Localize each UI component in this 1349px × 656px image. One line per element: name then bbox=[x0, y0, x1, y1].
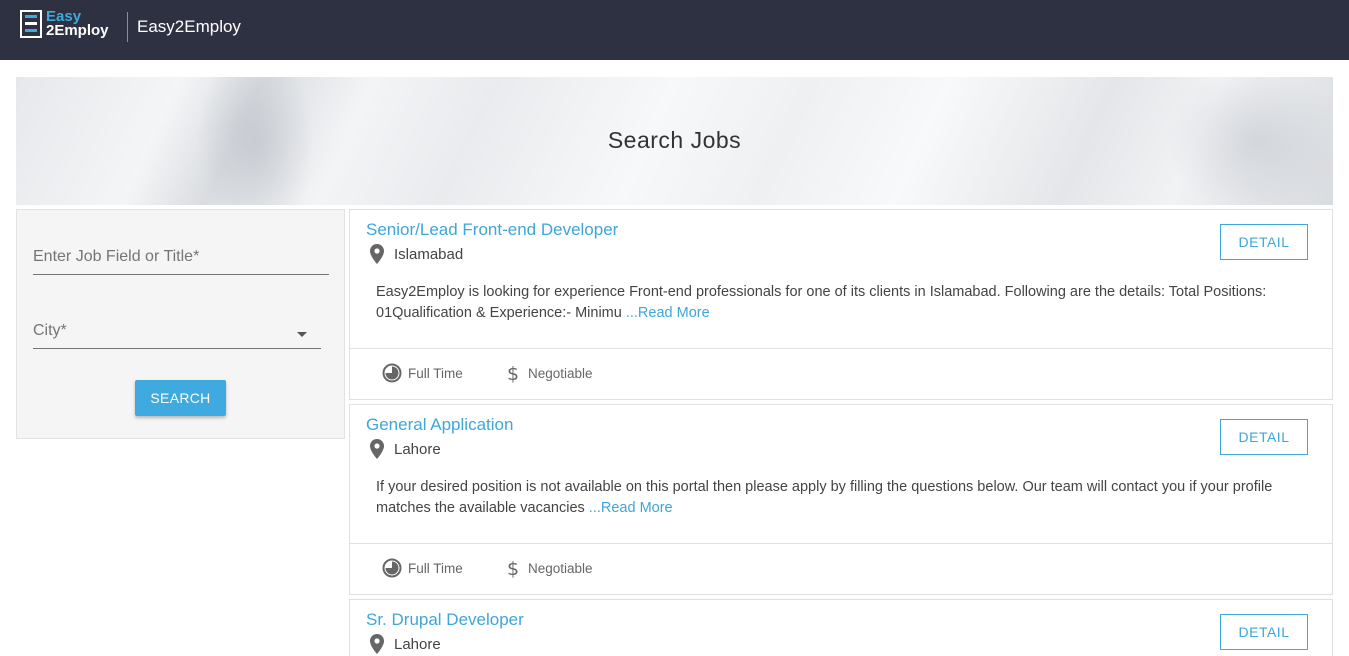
page-title: Search Jobs bbox=[607, 127, 742, 153]
job-location-text: Lahore bbox=[394, 440, 441, 458]
city-label: City* bbox=[33, 322, 67, 339]
job-title-link[interactable]: Senior/Lead Front-end Developer bbox=[366, 220, 618, 240]
clock-icon bbox=[382, 363, 402, 383]
job-salary-text: Negotiable bbox=[528, 365, 593, 381]
brand-logo[interactable]: Easy 2Employ bbox=[20, 9, 109, 39]
read-more-link[interactable]: ...Read More bbox=[626, 305, 710, 321]
job-card: Senior/Lead Front-end Developer Islamaba… bbox=[349, 209, 1333, 400]
e2e-logo-icon bbox=[20, 10, 42, 38]
city-select[interactable]: City* bbox=[33, 320, 321, 349]
detail-button[interactable]: DETAIL bbox=[1220, 614, 1308, 650]
job-title-link[interactable]: General Application bbox=[366, 415, 513, 435]
job-meta-footer: Full Time $ Negotiable bbox=[350, 543, 1332, 595]
job-description: Easy2Employ is looking for experience Fr… bbox=[376, 282, 1322, 324]
job-location-text: Islamabad bbox=[394, 245, 464, 263]
job-location: Islamabad bbox=[370, 244, 463, 264]
map-pin-icon bbox=[370, 439, 384, 459]
job-location-text: Lahore bbox=[394, 635, 441, 653]
job-salary: $ Negotiable bbox=[504, 363, 593, 383]
job-description-text: If your desired position is not availabl… bbox=[376, 479, 1273, 516]
dollar-icon: $ bbox=[507, 363, 519, 383]
job-field-input[interactable]: Enter Job Field or Title* bbox=[33, 246, 329, 275]
job-type: Full Time bbox=[382, 363, 463, 383]
job-description-text: Easy2Employ is looking for experience Fr… bbox=[376, 284, 1267, 321]
dollar-icon: $ bbox=[507, 558, 519, 578]
job-location: Lahore bbox=[370, 634, 441, 654]
search-button[interactable]: SEARCH bbox=[135, 380, 226, 416]
job-card: General Application Lahore DETAIL If you… bbox=[349, 404, 1333, 595]
job-salary: $ Negotiable bbox=[504, 558, 593, 578]
logo-text-bottom: 2Employ bbox=[46, 22, 109, 39]
logo-divider bbox=[127, 12, 128, 42]
job-title-link[interactable]: Sr. Drupal Developer bbox=[366, 610, 524, 630]
logo-wordmark: Easy 2Employ bbox=[46, 9, 109, 39]
map-pin-icon bbox=[370, 244, 384, 264]
detail-button[interactable]: DETAIL bbox=[1220, 419, 1308, 455]
app-name: Easy2Employ bbox=[137, 17, 241, 36]
read-more-link[interactable]: ...Read More bbox=[589, 500, 673, 516]
detail-button[interactable]: DETAIL bbox=[1220, 224, 1308, 260]
job-type-text: Full Time bbox=[408, 365, 463, 381]
job-location: Lahore bbox=[370, 439, 441, 459]
search-filter-panel: Enter Job Field or Title* City* SEARCH bbox=[16, 209, 345, 439]
job-type-text: Full Time bbox=[408, 560, 463, 576]
svg-text:$: $ bbox=[507, 558, 519, 578]
job-meta-footer: Full Time $ Negotiable bbox=[350, 348, 1332, 400]
svg-text:$: $ bbox=[507, 363, 519, 383]
job-type: Full Time bbox=[382, 558, 463, 578]
job-card: Sr. Drupal Developer Lahore DETAIL bbox=[349, 599, 1333, 656]
map-pin-icon bbox=[370, 634, 384, 654]
hero-banner: Search Jobs bbox=[16, 77, 1333, 205]
clock-icon bbox=[382, 558, 402, 578]
job-salary-text: Negotiable bbox=[528, 560, 593, 576]
job-field-label: Enter Job Field or Title* bbox=[33, 248, 200, 265]
caret-down-icon bbox=[297, 332, 307, 337]
job-description: If your desired position is not availabl… bbox=[376, 477, 1322, 519]
top-navbar: Easy 2Employ Easy2Employ bbox=[0, 0, 1349, 60]
